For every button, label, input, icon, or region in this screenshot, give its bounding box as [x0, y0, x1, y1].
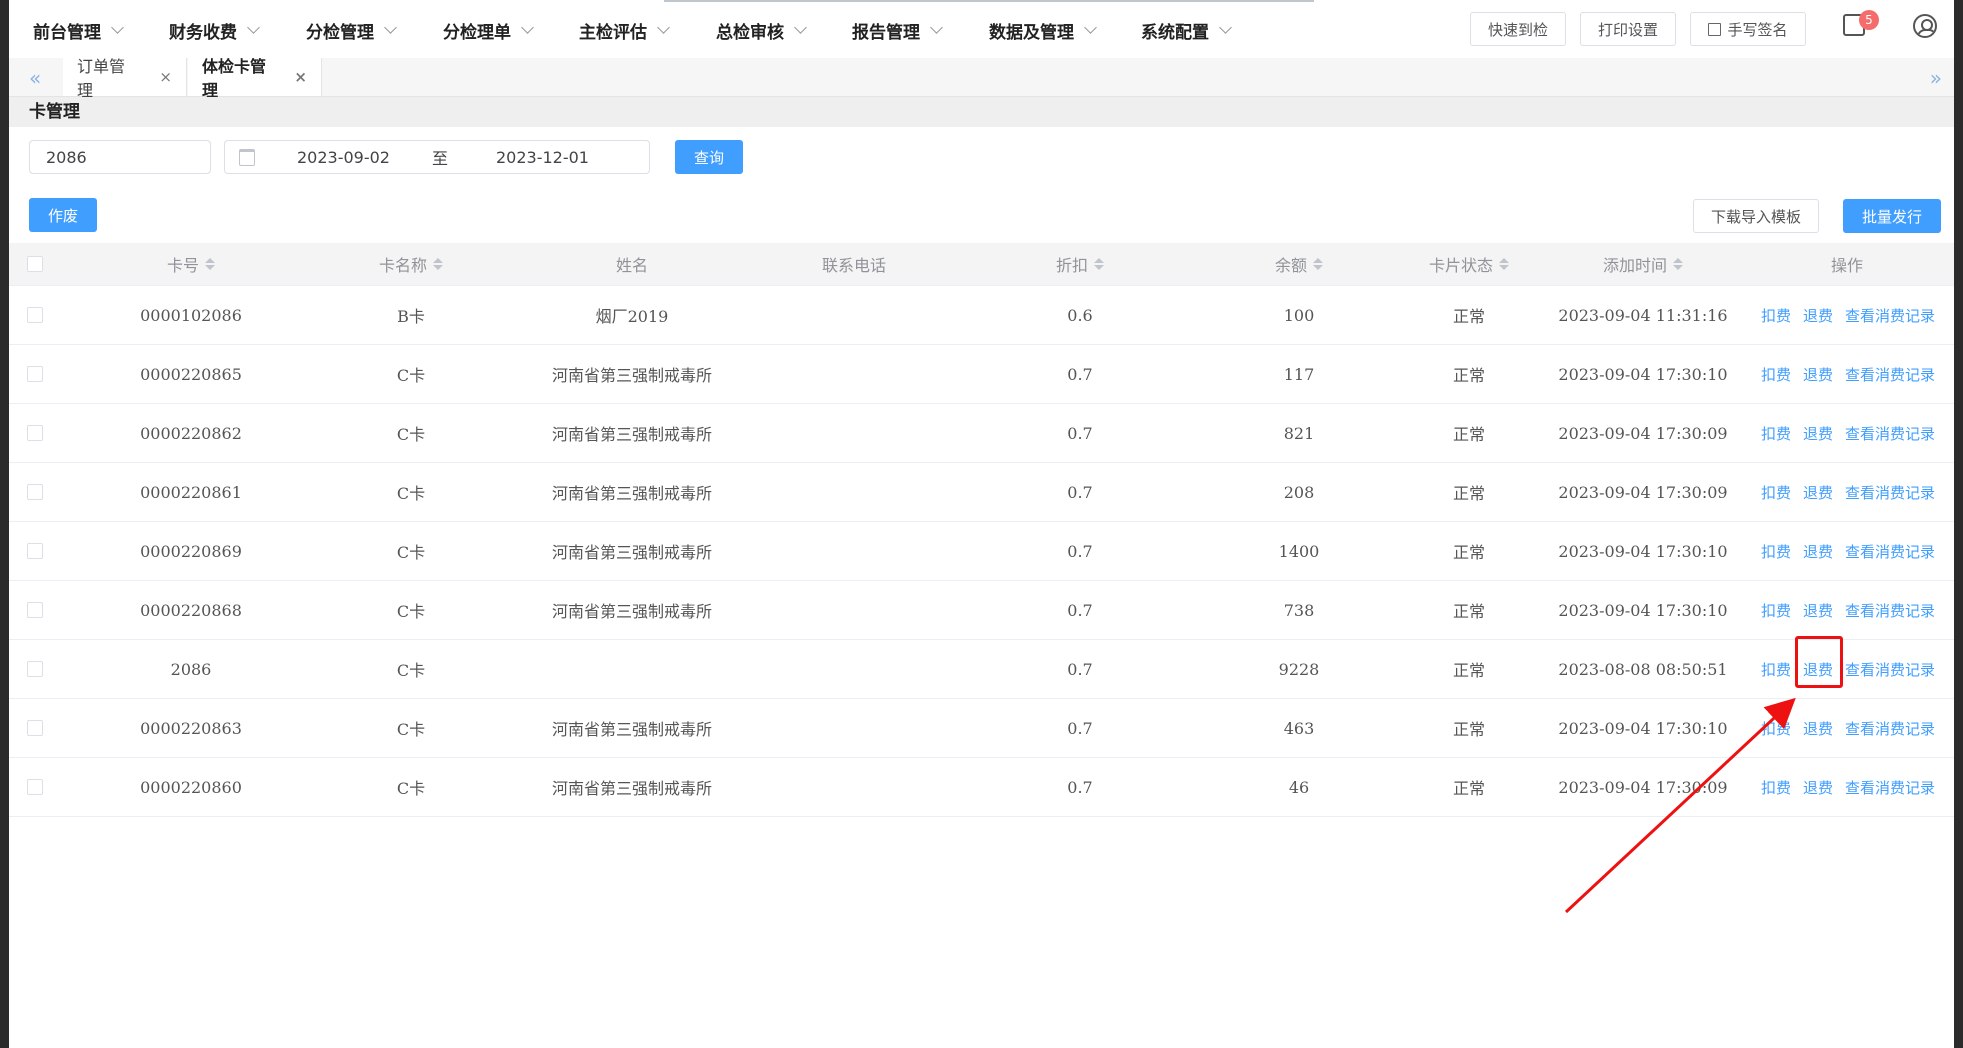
annotation-arrow	[1564, 697, 1796, 914]
